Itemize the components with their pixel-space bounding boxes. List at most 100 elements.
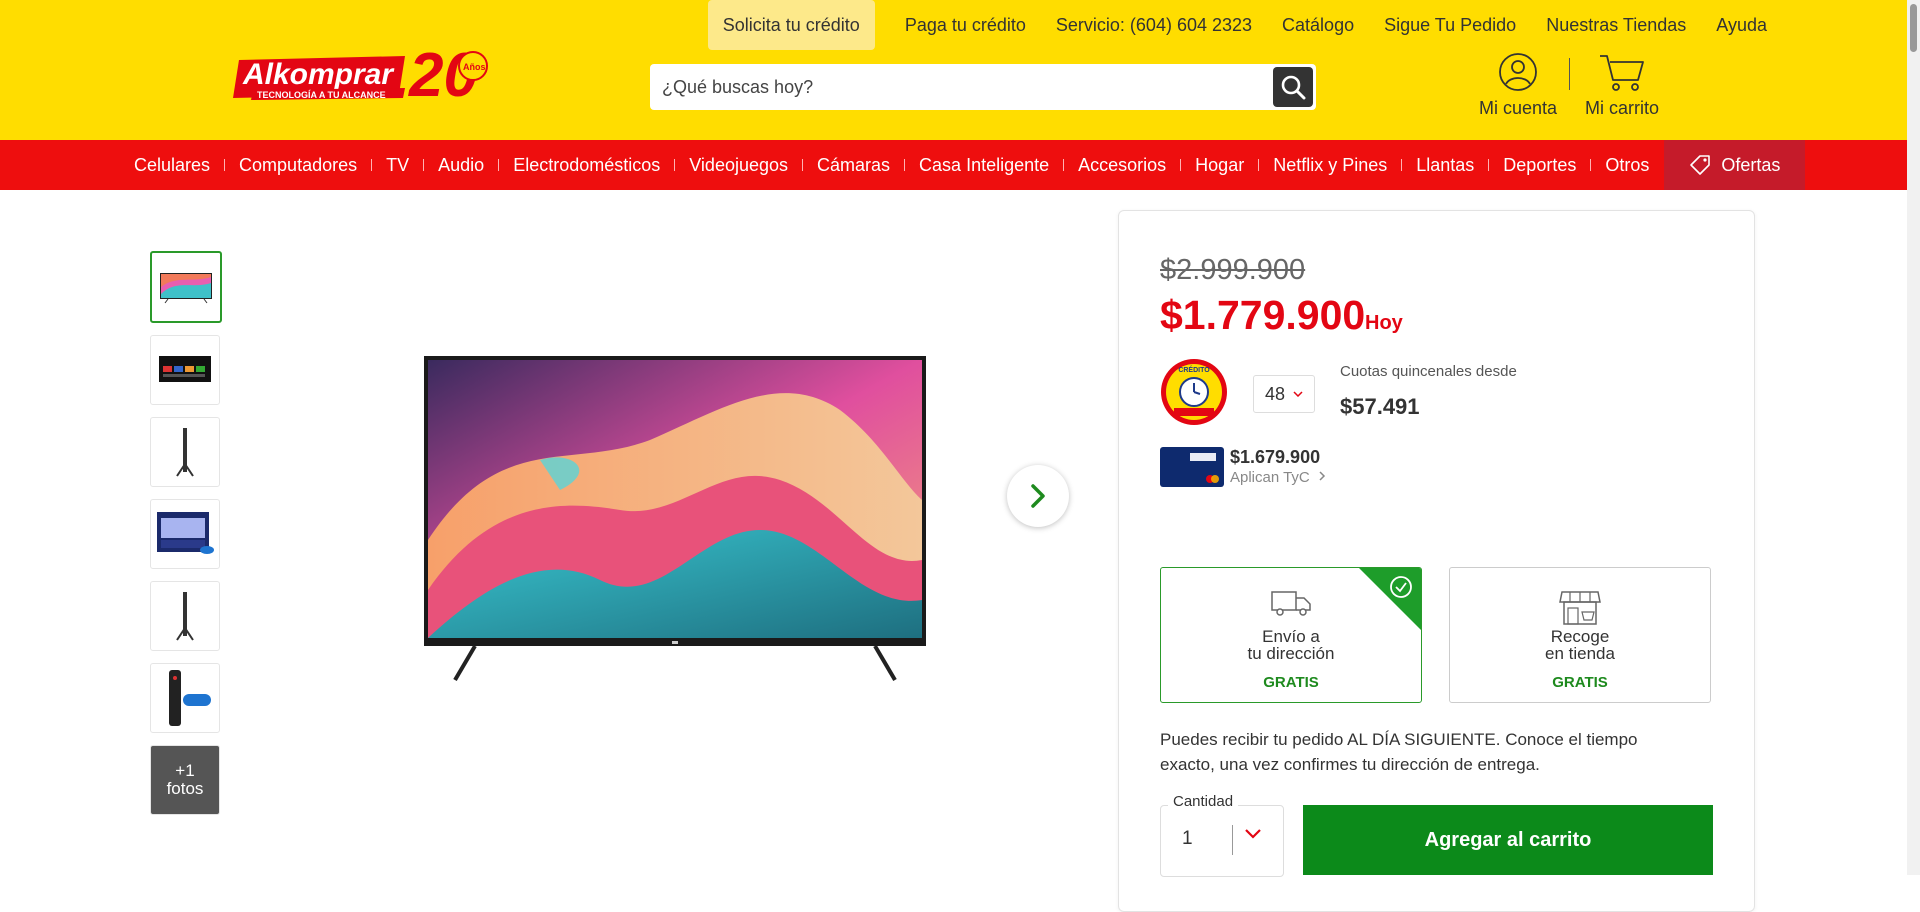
current-price: $1.779.900 <box>1160 292 1366 338</box>
chevron-down-icon <box>1293 391 1303 397</box>
credit-card-image <box>1160 447 1224 487</box>
delivery-info: Puedes recibir tu pedido AL DÍA SIGUIENT… <box>1160 730 1638 774</box>
account-button[interactable]: Mi cuenta <box>1479 52 1557 119</box>
tv-side-thumbnail-image <box>176 428 194 477</box>
category-nav: Celulares Computadores TV Audio Electrod… <box>0 140 1907 190</box>
toplink-paga-credito[interactable]: Paga tu crédito <box>890 0 1041 50</box>
nav-separator <box>498 159 500 171</box>
header-divider <box>1569 58 1570 90</box>
nav-deportes[interactable]: Deportes <box>1503 155 1576 176</box>
installments-label: Cuotas quincenales desde <box>1340 363 1517 380</box>
store-icon <box>1559 591 1601 625</box>
nav-celulares[interactable]: Celulares <box>134 155 210 176</box>
ship-home-title: Envío a tu dirección <box>1161 628 1421 662</box>
toplink-sigue-pedido[interactable]: Sigue Tu Pedido <box>1369 0 1531 50</box>
add-to-cart-button[interactable]: Agregar al carrito <box>1303 805 1713 875</box>
search-icon <box>1281 75 1306 100</box>
thumbnail-interface[interactable] <box>150 335 220 405</box>
next-image-button[interactable] <box>1007 465 1069 527</box>
nav-otros[interactable]: Otros <box>1605 155 1649 176</box>
thumbnail-remote[interactable] <box>150 663 220 733</box>
credit-badge-icon: CRÉDITO <box>1161 359 1227 425</box>
nav-videojuegos[interactable]: Videojuegos <box>689 155 788 176</box>
quantity-label: Cantidad <box>1168 793 1239 810</box>
nav-separator <box>423 159 425 171</box>
cart-icon <box>1600 55 1644 91</box>
delivery-truck-icon <box>1271 591 1311 616</box>
installments-select[interactable]: 48 <box>1253 375 1315 413</box>
alkomprar-logo[interactable]: Alkomprar TECNOLOGÍA A TU ALCANCE 20 Año… <box>233 34 503 106</box>
tv-thumbnail-image <box>160 273 212 304</box>
nav-separator <box>371 159 373 171</box>
card-terms-link[interactable]: Aplican TyC <box>1230 469 1326 486</box>
svg-text:TECNOLOGÍA A TU ALCANCE: TECNOLOGÍA A TU ALCANCE <box>257 90 386 100</box>
cart-button[interactable]: Mi carrito <box>1585 52 1659 119</box>
tag-icon <box>1690 155 1711 175</box>
ship-store-line1: Recoge <box>1550 627 1610 646</box>
nav-audio[interactable]: Audio <box>438 155 484 176</box>
nav-separator <box>674 159 676 171</box>
ship-home-free: GRATIS <box>1263 674 1319 691</box>
site-header: Solicita tu crédito Paga tu crédito Serv… <box>0 0 1920 140</box>
quantity-selector[interactable] <box>1160 805 1284 877</box>
ship-option-home[interactable]: Envío a tu dirección GRATIS <box>1160 567 1422 703</box>
chevron-right-icon <box>1031 484 1045 508</box>
card-price: $1.679.900 <box>1230 447 1321 467</box>
toplink-ayuda[interactable]: Ayuda <box>1701 0 1782 50</box>
thumbnail-box[interactable] <box>150 499 220 569</box>
search-bar <box>650 64 1316 110</box>
toplink-servicio[interactable]: Servicio: (604) 604 2323 <box>1041 0 1267 50</box>
nav-separator <box>224 159 226 171</box>
nav-accesorios[interactable]: Accesorios <box>1078 155 1166 176</box>
product-main-image <box>424 356 926 682</box>
account-label: Mi cuenta <box>1479 98 1558 118</box>
user-icon <box>1499 53 1537 91</box>
nav-casa-inteligente[interactable]: Casa Inteligente <box>919 155 1049 176</box>
nav-netflix-pines[interactable]: Netflix y Pines <box>1273 155 1387 176</box>
nav-llantas[interactable]: Llantas <box>1416 155 1474 176</box>
thumbnail-front[interactable] <box>150 251 222 323</box>
nav-separator <box>1401 159 1403 171</box>
nav-separator <box>1488 159 1490 171</box>
card-terms-text: Aplican TyC <box>1230 469 1310 486</box>
scrollbar-thumb[interactable] <box>1910 4 1917 52</box>
top-links: Solicita tu crédito Paga tu crédito Serv… <box>707 0 1782 50</box>
ship-home-line1: Envío a <box>1262 627 1320 646</box>
ship-option-store[interactable]: Recoge en tienda GRATIS <box>1449 567 1711 703</box>
nav-hogar[interactable]: Hogar <box>1195 155 1244 176</box>
nav-ofertas[interactable]: Ofertas <box>1664 140 1806 190</box>
nav-separator <box>1180 159 1182 171</box>
price-suffix: Hoy <box>1365 312 1403 334</box>
thumbnail-side-2[interactable] <box>150 581 220 651</box>
svg-text:Alkomprar: Alkomprar <box>242 58 395 91</box>
toplink-catalogo[interactable]: Catálogo <box>1267 0 1369 50</box>
thumbnail-strip: +1 fotos <box>150 251 222 827</box>
nav-separator <box>1063 159 1065 171</box>
chevron-down-icon[interactable] <box>1244 828 1262 840</box>
more-photos-label: fotos <box>166 779 204 798</box>
toplink-solicita-credito[interactable]: Solicita tu crédito <box>707 0 875 50</box>
more-photos-count: +1 <box>175 761 195 780</box>
nav-tv[interactable]: TV <box>386 155 409 176</box>
thumbnail-side[interactable] <box>150 417 220 487</box>
search-button[interactable] <box>1273 67 1313 107</box>
nav-camaras[interactable]: Cámaras <box>817 155 890 176</box>
remote-thumbnail-image <box>169 670 211 726</box>
nav-computadores[interactable]: Computadores <box>239 155 357 176</box>
toplink-tiendas[interactable]: Nuestras Tiendas <box>1531 0 1701 50</box>
nav-separator <box>1590 159 1592 171</box>
more-photos-button[interactable]: +1 fotos <box>150 745 220 815</box>
check-circle-icon <box>1390 576 1412 598</box>
nav-electrodomesticos[interactable]: Electrodomésticos <box>513 155 660 176</box>
search-input[interactable] <box>650 65 1273 109</box>
nav-ofertas-label: Ofertas <box>1721 154 1781 175</box>
page-scrollbar[interactable] <box>1907 0 1920 875</box>
tv-box-thumbnail-image <box>157 512 214 554</box>
nav-separator <box>904 159 906 171</box>
cart-label: Mi carrito <box>1585 98 1660 118</box>
installments-value: 48 <box>1264 383 1286 404</box>
ship-store-line2: en tienda <box>1545 644 1615 663</box>
quantity-value: 1 <box>1182 828 1193 849</box>
ship-store-free: GRATIS <box>1552 674 1608 691</box>
installments-amount: $57.491 <box>1340 394 1420 419</box>
